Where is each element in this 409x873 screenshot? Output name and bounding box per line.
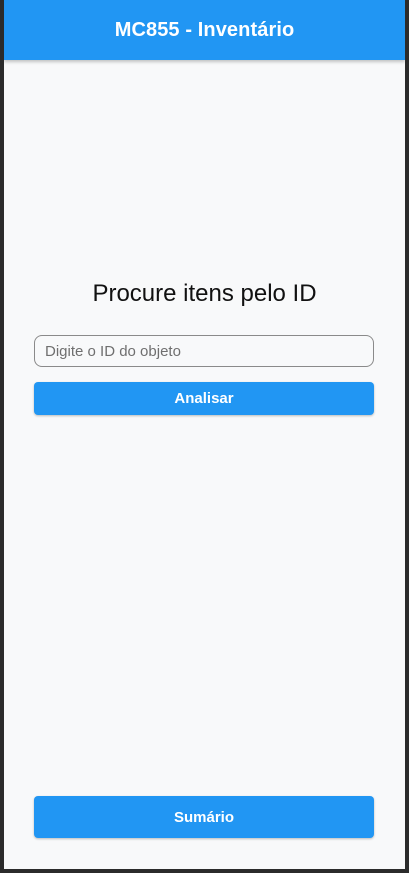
analyze-button[interactable]: Analisar — [34, 382, 374, 415]
app-window: MC855 - Inventário Procure itens pelo ID… — [4, 0, 405, 869]
page-heading: Procure itens pelo ID — [92, 280, 317, 307]
app-title: MC855 - Inventário — [114, 18, 295, 41]
object-id-input[interactable] — [34, 335, 374, 367]
app-bar: MC855 - Inventário — [4, 0, 405, 60]
summary-button[interactable]: Sumário — [34, 796, 374, 838]
